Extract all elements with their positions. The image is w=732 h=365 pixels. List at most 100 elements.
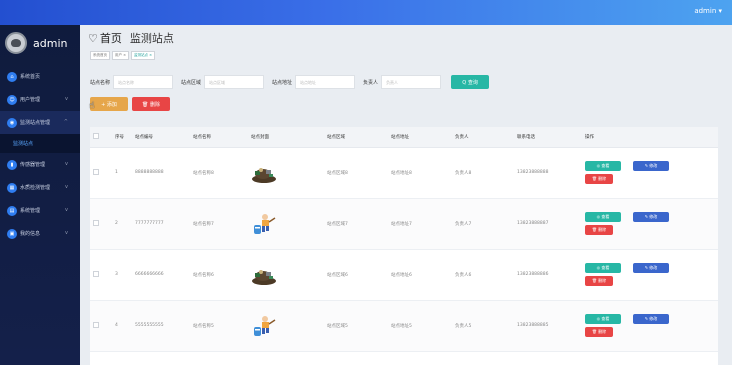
table-row: 1 8888888888 站点名称8 站点区域8 站点地址8 负责人8 1382388888… — [90, 147, 718, 199]
page-home[interactable]: 首页 — [100, 30, 122, 46]
heart-icon: ♡ — [88, 31, 98, 45]
table-row: 3 6666666666 站点名称6 站点区域6 站点地址6 负责人6 1382388888… — [90, 249, 718, 301]
cell-code: 5555555555 — [132, 300, 190, 352]
search-input[interactable]: 站点地址 — [295, 75, 356, 89]
sidebar-item-4[interactable]: ▦ 水质检测管理 v — [0, 176, 80, 199]
edit-button[interactable]: ✎ 修改 — [633, 161, 669, 171]
chart-icon: ▮ — [7, 159, 17, 170]
cell-name: 站点名称5 — [190, 300, 248, 352]
garbage-pile-image — [251, 264, 277, 286]
sidebar-item-label: 监测站点管理 — [20, 120, 51, 126]
row-delete-button[interactable]: 🗑 删除 — [585, 276, 613, 286]
cell-area: 站点区域8 — [324, 147, 388, 199]
sidebar-item-5[interactable]: ▤ 系统管理 v — [0, 199, 80, 222]
sidebar-item-1[interactable]: ☺ 用户管理 v — [0, 88, 80, 111]
view-button[interactable]: ◎ 查看 — [585, 161, 621, 171]
row-checkbox-cell — [90, 198, 112, 250]
view-button[interactable]: ◎ 查看 — [585, 314, 621, 324]
sidebar-item-3[interactable]: ▮ 传感器管理 v — [0, 153, 80, 176]
search-bar: 站点名称 站点名称 站点区域 站点区域 站点地址 站点地址 负责人 负责人 Q 查询 — [90, 74, 490, 90]
sidebar: admin ⌂ 系统首页 ☺ 用户管理 v ◉ 监测站点管理 ^ 监测站点 ▮ 传感器管理 v ▦ 水质检… — [0, 25, 80, 365]
sidebar-item-label: 传感器管理 — [20, 162, 46, 168]
add-button[interactable]: + 添加 — [90, 97, 128, 111]
edit-button[interactable]: ✎ 修改 — [633, 314, 669, 324]
row-checkbox[interactable] — [93, 321, 99, 328]
page-subtitle: 监测站点 — [129, 32, 174, 45]
sidebar-item-label: 系统首页 — [20, 74, 41, 80]
top-bar: admin ▾ — [0, 0, 732, 25]
view-button[interactable]: ◎ 查看 — [585, 212, 621, 222]
cell-actions: ◎ 查看 ✎ 修改 🗑 删除 — [582, 300, 718, 352]
sidebar-subitem-station[interactable]: 监测站点 — [0, 134, 80, 153]
cell-no: 4 — [112, 300, 132, 352]
garbage-pile-image — [251, 162, 277, 184]
station-table: 序号 站点编号 站点名称 站点封面 站点区域 站点地址 负责人 联系电话 操作 1 8888888… — [90, 127, 718, 365]
row-checkbox[interactable] — [93, 219, 99, 226]
sidebar-item-0[interactable]: ⌂ 系统首页 — [0, 65, 80, 88]
chevron-down-icon: v — [65, 230, 68, 236]
cell-area: 站点区域7 — [324, 198, 388, 250]
sidebar-item-2[interactable]: ◉ 监测站点管理 ^ — [0, 111, 80, 134]
row-checkbox-cell — [90, 147, 112, 199]
cleaning-worker-image — [251, 315, 277, 337]
breadcrumb-tab[interactable]: 系统首页 — [90, 51, 110, 60]
delete-button[interactable]: 🗑 删除 — [132, 97, 170, 111]
row-delete-button[interactable]: 🗑 删除 — [585, 174, 613, 184]
sidebar-item-6[interactable]: ▣ 我的信息 v — [0, 222, 80, 245]
cell-cover — [248, 300, 324, 352]
cell-no: 3 — [112, 249, 132, 301]
search-label: 站点地址 — [272, 79, 293, 86]
grid-icon: ▦ — [7, 182, 17, 193]
cell-name: 站点名称7 — [190, 198, 248, 250]
cell-code: 7777777777 — [132, 198, 190, 250]
search-input[interactable]: 负责人 — [381, 75, 442, 89]
row-checkbox[interactable] — [93, 168, 99, 175]
user-icon: ☺ — [7, 94, 17, 105]
row-checkbox-cell — [90, 249, 112, 301]
chevron-down-icon: v — [65, 184, 68, 190]
edit-button[interactable]: ✎ 修改 — [633, 263, 669, 273]
cell-name: 站点名称6 — [190, 249, 248, 301]
sidebar-item-label: 水质检测管理 — [20, 185, 51, 191]
home-icon: ⌂ — [7, 71, 17, 82]
cell-person: 负责人8 — [452, 147, 514, 199]
page-title: ♡ 首页 监测站点 — [88, 30, 174, 46]
sidebar-item-label: 系统管理 — [20, 208, 41, 214]
cell-addr: 站点地址8 — [388, 147, 452, 199]
edit-button[interactable]: ✎ 修改 — [633, 212, 669, 222]
search-input[interactable]: 站点名称 — [113, 75, 174, 89]
view-button[interactable]: ◎ 查看 — [585, 263, 621, 273]
row-delete-button[interactable]: 🗑 删除 — [585, 225, 613, 235]
user-menu[interactable]: admin ▾ — [694, 7, 722, 15]
cell-cover — [248, 147, 324, 199]
cell-person: 负责人5 — [452, 300, 514, 352]
column-header: 站点封面 — [248, 127, 324, 148]
cell-no: 1 — [112, 147, 132, 199]
search-label: 负责人 — [363, 79, 379, 86]
cell-actions: ◎ 查看 ✎ 修改 🗑 删除 — [582, 147, 718, 199]
sidebar-item-label: 我的信息 — [20, 231, 41, 237]
pointer-cursor-icon: ☝ — [89, 101, 95, 111]
chevron-down-icon: v — [65, 207, 68, 213]
chevron-down-icon: v — [65, 161, 68, 167]
cell-actions: ◎ 查看 ✎ 修改 🗑 删除 — [582, 198, 718, 250]
sidebar-menu: ⌂ 系统首页 ☺ 用户管理 v ◉ 监测站点管理 ^ 监测站点 ▮ 传感器管理 v ▦ 水质检测管理 v ▤ 系… — [0, 65, 80, 245]
search-input[interactable]: 站点区域 — [204, 75, 265, 89]
table-header: 序号 站点编号 站点名称 站点封面 站点区域 站点地址 负责人 联系电话 操作 — [90, 127, 718, 148]
table-row: 2 7777777777 站点名称7 站点区域7 站点地址7 负责人7 1382388888… — [90, 198, 718, 250]
sidebar-item-label: 用户管理 — [20, 97, 41, 103]
search-button[interactable]: Q 查询 — [451, 75, 490, 89]
column-header: 站点地址 — [388, 127, 452, 148]
breadcrumb-tab[interactable]: 用户 × — [112, 51, 130, 60]
row-checkbox[interactable] — [93, 270, 99, 277]
cell-person: 负责人7 — [452, 198, 514, 250]
cleaning-worker-image — [251, 213, 277, 235]
table-row: 4 5555555555 站点名称5 站点区域5 站点地址5 负责人5 1382388888… — [90, 300, 718, 352]
chevron-down-icon: v — [65, 96, 68, 102]
row-delete-button[interactable]: 🗑 删除 — [585, 327, 613, 337]
cell-phone: 13823888887 — [514, 198, 582, 250]
brand-name: admin — [33, 36, 68, 50]
select-all-checkbox[interactable] — [93, 132, 99, 139]
settings-icon: ▤ — [7, 205, 17, 216]
breadcrumb-tab[interactable]: 监测站点 × — [131, 51, 156, 60]
